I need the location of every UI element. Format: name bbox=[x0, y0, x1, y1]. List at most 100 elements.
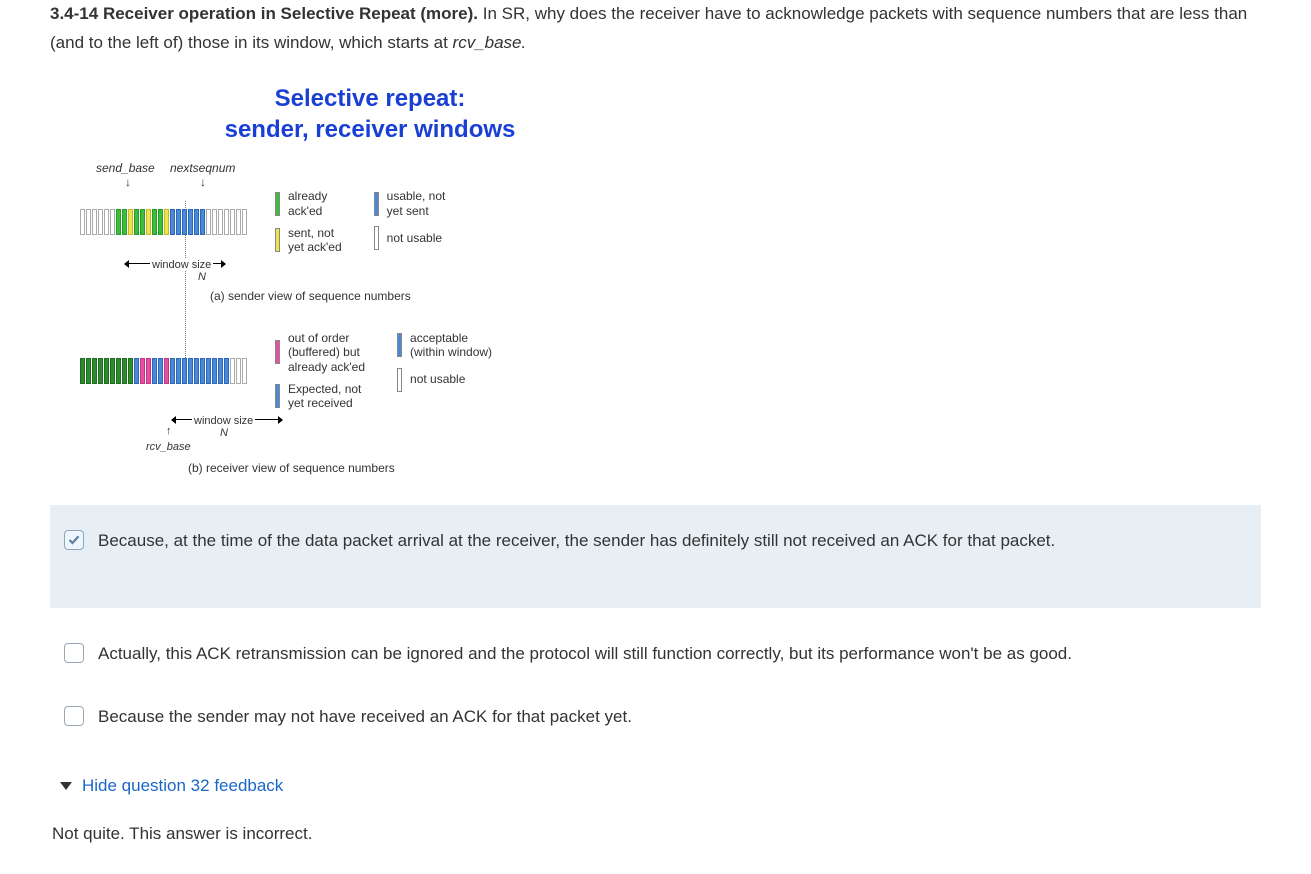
feedback-toggle-label: Hide question 32 feedback bbox=[82, 776, 283, 796]
window-size-label: window size bbox=[192, 415, 255, 427]
sequence-slot bbox=[176, 358, 181, 384]
chip-blue bbox=[397, 333, 402, 357]
legend-out-of-order: out of order (buffered) but already ack'… bbox=[288, 331, 365, 374]
sequence-slot bbox=[86, 209, 91, 235]
diagram-figure: Selective repeat: sender, receiver windo… bbox=[80, 83, 660, 475]
sequence-slot bbox=[122, 358, 127, 384]
send-base-label: send_base bbox=[96, 161, 155, 175]
chip-pink bbox=[275, 340, 280, 364]
sequence-slot bbox=[92, 209, 97, 235]
sequence-slot bbox=[212, 209, 217, 235]
diagram-title-line1: Selective repeat: bbox=[275, 85, 466, 112]
answer-options: Because, at the time of the data packet … bbox=[50, 505, 1261, 749]
question-prompt: 3.4-14 Receiver operation in Selective R… bbox=[50, 0, 1261, 58]
sequence-slot bbox=[230, 358, 235, 384]
chip-plain bbox=[374, 226, 379, 250]
window-size-label: window size bbox=[150, 259, 213, 271]
question-title: Receiver operation in Selective Repeat (… bbox=[103, 4, 478, 23]
sequence-slot bbox=[200, 209, 205, 235]
option-text: Because, at the time of the data packet … bbox=[98, 527, 1055, 554]
question-number: 3.4-14 bbox=[50, 4, 98, 23]
sequence-slot bbox=[230, 209, 235, 235]
sequence-slot bbox=[218, 358, 223, 384]
sequence-slot bbox=[164, 358, 169, 384]
sequence-slot bbox=[224, 358, 229, 384]
chip-green bbox=[275, 192, 280, 216]
receiver-sequence-bar bbox=[80, 358, 247, 384]
sequence-slot bbox=[224, 209, 229, 235]
arrow-down-icon: ↓ bbox=[125, 175, 131, 189]
sequence-slot bbox=[128, 209, 133, 235]
sender-sequence-bar bbox=[80, 209, 247, 235]
sequence-slot bbox=[152, 358, 157, 384]
sequence-slot bbox=[242, 209, 247, 235]
diagram-title-line2: sender, receiver windows bbox=[225, 116, 516, 143]
chip-blue bbox=[374, 192, 379, 216]
sequence-slot bbox=[98, 358, 103, 384]
answer-option-2[interactable]: Actually, this ACK retransmission can be… bbox=[50, 622, 1261, 685]
sequence-slot bbox=[140, 358, 145, 384]
caret-down-icon bbox=[60, 782, 72, 790]
window-N-label: N bbox=[198, 271, 206, 283]
sequence-slot bbox=[80, 209, 85, 235]
sequence-slot bbox=[122, 209, 127, 235]
sequence-slot bbox=[152, 209, 157, 235]
sequence-slot bbox=[140, 209, 145, 235]
sequence-slot bbox=[206, 209, 211, 235]
sequence-slot bbox=[164, 209, 169, 235]
chip-yellow bbox=[275, 228, 280, 252]
sequence-slot bbox=[242, 358, 247, 384]
arrow-up-icon: ↑ bbox=[166, 425, 172, 437]
legend-acceptable: acceptable (within window) bbox=[410, 331, 492, 360]
arrow-down-icon: ↓ bbox=[200, 175, 206, 189]
sender-legend: already ack'ed sent, not yet ack'ed usab… bbox=[275, 189, 445, 255]
sequence-slot bbox=[134, 358, 139, 384]
nextseqnum-label: nextseqnum bbox=[170, 161, 235, 175]
sequence-slot bbox=[182, 358, 187, 384]
sequence-slot bbox=[116, 209, 121, 235]
sequence-slot bbox=[92, 358, 97, 384]
legend-usable: usable, not yet sent bbox=[387, 189, 446, 218]
checkbox-unchecked-icon[interactable] bbox=[64, 643, 84, 663]
sequence-slot bbox=[86, 358, 91, 384]
legend-already-acked: already ack'ed bbox=[288, 189, 327, 218]
sequence-slot bbox=[98, 209, 103, 235]
receiver-legend: out of order (buffered) but already ack'… bbox=[275, 331, 492, 411]
feedback-text: Not quite. This answer is incorrect. bbox=[52, 824, 1261, 844]
sequence-slot bbox=[158, 358, 163, 384]
sequence-slot bbox=[116, 358, 121, 384]
sequence-slot bbox=[212, 358, 217, 384]
sequence-slot bbox=[188, 358, 193, 384]
sequence-slot bbox=[218, 209, 223, 235]
sequence-slot bbox=[170, 358, 175, 384]
sequence-slot bbox=[182, 209, 187, 235]
receiver-block: out of order (buffered) but already ack'… bbox=[80, 331, 660, 475]
option-text: Because the sender may not have received… bbox=[98, 703, 632, 730]
sequence-slot bbox=[236, 209, 241, 235]
diagram-title: Selective repeat: sender, receiver windo… bbox=[80, 83, 660, 145]
option-text: Actually, this ACK retransmission can be… bbox=[98, 640, 1072, 667]
legend-sent-not-acked: sent, not yet ack'ed bbox=[288, 226, 342, 255]
chip-blue bbox=[275, 384, 280, 408]
answer-option-3[interactable]: Because the sender may not have received… bbox=[50, 685, 1261, 748]
sequence-slot bbox=[128, 358, 133, 384]
sequence-slot bbox=[134, 209, 139, 235]
sequence-slot bbox=[194, 209, 199, 235]
sequence-slot bbox=[110, 358, 115, 384]
legend-expected: Expected, not yet received bbox=[288, 382, 361, 411]
sequence-slot bbox=[146, 209, 151, 235]
window-N-label: N bbox=[220, 427, 228, 439]
checkbox-checked-icon[interactable] bbox=[64, 530, 84, 550]
sender-block: send_base nextseqnum ↓ ↓ already ack'ed … bbox=[80, 161, 660, 303]
answer-option-1[interactable]: Because, at the time of the data packet … bbox=[50, 505, 1261, 608]
sequence-slot bbox=[170, 209, 175, 235]
chip-plain bbox=[397, 368, 402, 392]
sender-caption: (a) sender view of sequence numbers bbox=[210, 289, 660, 303]
feedback-toggle[interactable]: Hide question 32 feedback bbox=[60, 776, 1261, 796]
sequence-slot bbox=[200, 358, 205, 384]
sequence-slot bbox=[104, 358, 109, 384]
sequence-slot bbox=[110, 209, 115, 235]
checkbox-unchecked-icon[interactable] bbox=[64, 706, 84, 726]
sequence-slot bbox=[206, 358, 211, 384]
legend-not-usable: not usable bbox=[387, 231, 442, 245]
